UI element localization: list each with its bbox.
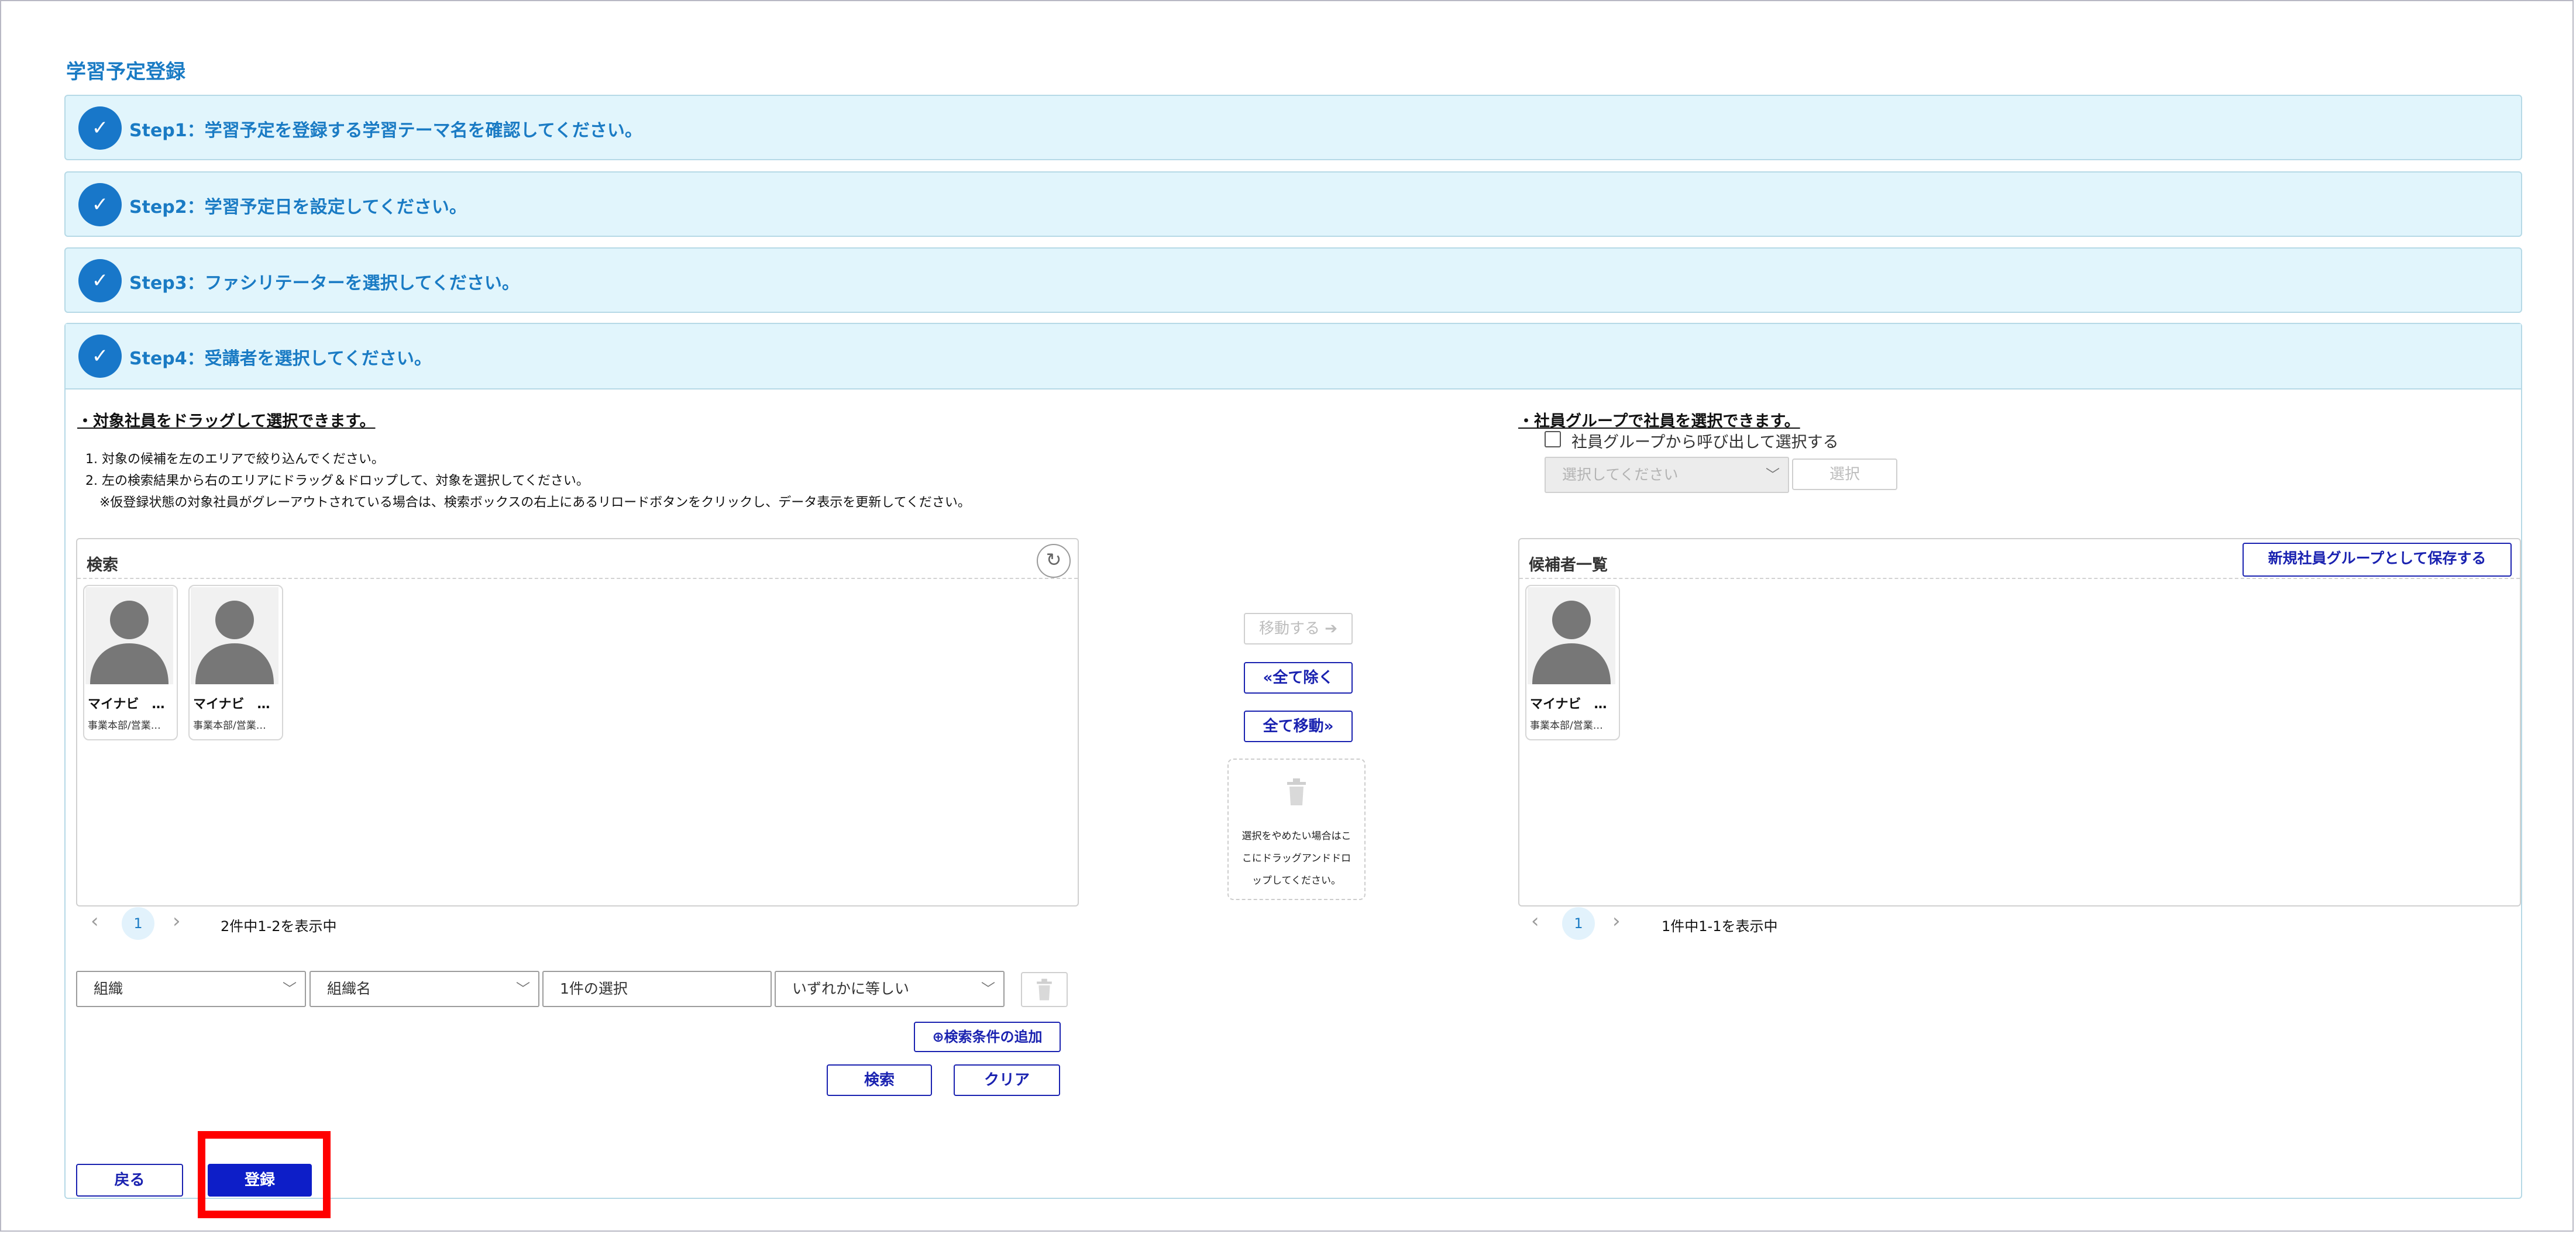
check-icon: ✓ bbox=[78, 183, 122, 226]
filter-value-input[interactable]: 1件の選択 bbox=[542, 971, 772, 1007]
employee-name: マイナビ … bbox=[1530, 697, 1607, 712]
chevron-down-icon: ﹀ bbox=[516, 981, 530, 997]
trash-icon bbox=[1229, 777, 1364, 809]
search-results-area[interactable]: マイナビ … 事業本部/営業… マイナビ … 事業本部/営業… bbox=[77, 578, 1078, 905]
employee-dept: 事業本部/営業… bbox=[193, 720, 266, 732]
employee-name: マイナビ … bbox=[88, 697, 165, 712]
save-group-button[interactable]: 新規社員グループとして保存する bbox=[2243, 543, 2512, 577]
search-pager-summary: 2件中1-2を表示中 bbox=[221, 918, 337, 935]
pager-current-page[interactable]: 1 bbox=[122, 907, 154, 940]
delete-condition-button[interactable] bbox=[1021, 972, 1068, 1007]
employee-card[interactable]: マイナビ … 事業本部/営業… bbox=[188, 585, 283, 740]
trash-text-line1: 選択をやめたい場合はこ bbox=[1241, 830, 1351, 842]
page-title: 学習予定登録 bbox=[66, 60, 185, 84]
chevron-down-icon: ﹀ bbox=[981, 981, 995, 997]
step4-label: Step4：受講者を選択してください。 bbox=[129, 349, 432, 369]
search-panel: 検索 ↻ マイナビ … 事業本部/営業… マイナビ … 事業本部/営業… bbox=[76, 538, 1079, 906]
step3-header[interactable]: ✓ Step3：ファシリテーターを選択してください。 bbox=[64, 247, 2522, 313]
move-all-button[interactable]: 全て移動» bbox=[1244, 711, 1353, 742]
trash-icon bbox=[1037, 978, 1052, 1001]
double-arrow-left-icon: « bbox=[1263, 669, 1273, 687]
avatar bbox=[1528, 587, 1615, 684]
instruction-note: ※仮登録状態の対象社員がグレーアウトされている場合は、検索ボックスの右上にあるリ… bbox=[99, 495, 971, 510]
employee-card[interactable]: マイナビ … 事業本部/営業… bbox=[1525, 585, 1620, 740]
instruction-1: 1. 対象の候補を左のエリアで絞り込んでください。 bbox=[85, 452, 384, 467]
instruction-2: 2. 左の検索結果から右のエリアにドラッグ＆ドロップして、対象を選択してください… bbox=[85, 474, 589, 488]
filter-field2-value: 組織名 bbox=[327, 980, 372, 997]
drag-select-heading: ・対象社員をドラッグして選択できます。 bbox=[77, 412, 376, 430]
back-button[interactable]: 戻る bbox=[76, 1164, 183, 1197]
step2-header[interactable]: ✓ Step2：学習予定日を設定してください。 bbox=[64, 171, 2522, 237]
avatar bbox=[85, 587, 173, 684]
candidates-panel-title: 候補者一覧 bbox=[1529, 556, 1608, 574]
pager-current-page[interactable]: 1 bbox=[1562, 907, 1595, 940]
check-icon: ✓ bbox=[78, 259, 122, 302]
search-panel-title: 検索 bbox=[87, 556, 118, 574]
clear-button[interactable]: クリア bbox=[954, 1064, 1060, 1096]
chevron-down-icon: ﹀ bbox=[1766, 467, 1780, 483]
pager-next-icon[interactable]: › bbox=[173, 909, 181, 933]
arrow-right-circle-icon: ➔ bbox=[1325, 620, 1338, 637]
group-checkbox-label: 社員グループから呼び出して選択する bbox=[1571, 433, 1839, 451]
filter-field1-value: 組織 bbox=[94, 980, 123, 997]
candidates-panel: 候補者一覧 新規社員グループとして保存する マイナビ … 事業本部/営業… bbox=[1518, 538, 2521, 906]
group-checkbox[interactable] bbox=[1545, 431, 1561, 447]
step1-header[interactable]: ✓ Step1：学習予定を登録する学習テーマ名を確認してください。 bbox=[64, 95, 2522, 160]
add-condition-label: 検索条件の追加 bbox=[944, 1029, 1043, 1045]
step2-label: Step2：学習予定日を設定してください。 bbox=[129, 197, 467, 218]
group-select-value: 選択してください bbox=[1562, 466, 1679, 483]
pager-prev-icon[interactable]: ‹ bbox=[91, 909, 99, 933]
filter-operator-select[interactable]: いずれかに等しい ﹀ bbox=[775, 971, 1005, 1007]
filter-field2-select[interactable]: 組織名 ﹀ bbox=[309, 971, 539, 1007]
reload-icon[interactable]: ↻ bbox=[1037, 544, 1071, 578]
filter-operator-value: いずれかに等しい bbox=[792, 980, 910, 997]
trash-text-line3: ップしてください。 bbox=[1252, 875, 1341, 887]
candidates-pager-summary: 1件中1-1を表示中 bbox=[1662, 918, 1778, 935]
search-button[interactable]: 検索 bbox=[827, 1064, 932, 1096]
move-button[interactable]: 移動する ➔ bbox=[1244, 613, 1353, 644]
trash-drop-zone[interactable]: 選択をやめたい場合はこ こにドラッグアンドドロ ップしてください。 bbox=[1227, 759, 1366, 900]
double-arrow-right-icon: » bbox=[1323, 718, 1334, 735]
filter-value-text: 1件の選択 bbox=[560, 980, 628, 997]
check-icon: ✓ bbox=[78, 335, 122, 378]
move-button-label: 移動する bbox=[1258, 620, 1320, 637]
step4-header[interactable]: ✓ Step4：受講者を選択してください。 bbox=[66, 324, 2521, 389]
plus-circle-icon: ⊕ bbox=[932, 1029, 944, 1045]
employee-dept: 事業本部/営業… bbox=[1530, 720, 1603, 732]
pager-next-icon[interactable]: › bbox=[1612, 909, 1621, 933]
trash-text-line2: こにドラッグアンドドロ bbox=[1241, 853, 1351, 864]
remove-all-label: 全て除く bbox=[1272, 669, 1334, 687]
employee-card[interactable]: マイナビ … 事業本部/営業… bbox=[83, 585, 178, 740]
pager-prev-icon[interactable]: ‹ bbox=[1531, 909, 1539, 933]
filter-field1-select[interactable]: 組織 ﹀ bbox=[76, 971, 306, 1007]
add-condition-button[interactable]: ⊕検索条件の追加 bbox=[914, 1022, 1061, 1052]
group-select-heading: ・社員グループで社員を選択できます。 bbox=[1518, 412, 1800, 430]
remove-all-button[interactable]: «全て除く bbox=[1244, 662, 1353, 694]
highlight-box bbox=[198, 1131, 331, 1218]
chevron-down-icon: ﹀ bbox=[283, 981, 297, 997]
step1-label: Step1：学習予定を登録する学習テーマ名を確認してください。 bbox=[129, 120, 642, 141]
group-select[interactable]: 選択してください ﹀ bbox=[1545, 457, 1789, 493]
group-select-button[interactable]: 選択 bbox=[1792, 459, 1897, 490]
employee-name: マイナビ … bbox=[193, 697, 270, 712]
check-icon: ✓ bbox=[78, 106, 122, 150]
step3-label: Step3：ファシリテーターを選択してください。 bbox=[129, 273, 520, 294]
employee-dept: 事業本部/営業… bbox=[88, 720, 161, 732]
move-all-label: 全て移動 bbox=[1263, 718, 1324, 735]
candidates-area[interactable]: マイナビ … 事業本部/営業… bbox=[1519, 578, 2520, 905]
avatar bbox=[191, 587, 278, 684]
